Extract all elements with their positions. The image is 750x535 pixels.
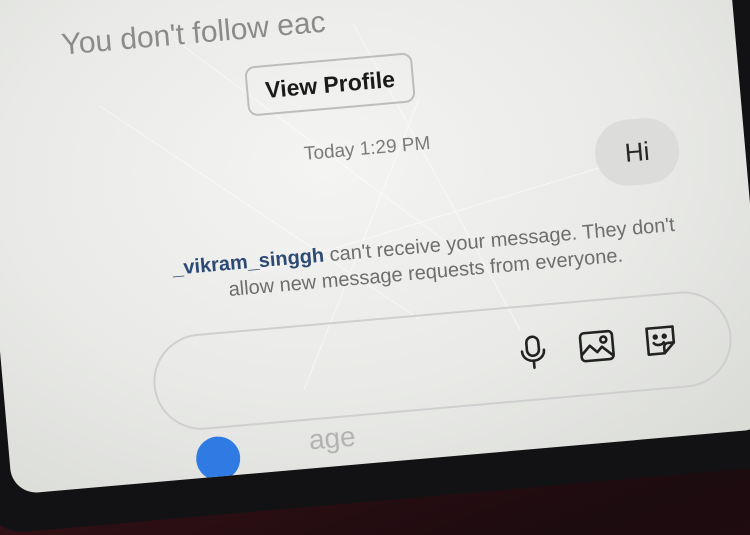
gallery-icon[interactable] [576, 326, 617, 367]
sticker-icon[interactable] [640, 320, 681, 361]
message-timestamp: Today 1:29 PM [303, 132, 432, 165]
follow-status-text: You don't follow eac [60, 5, 327, 62]
camera-button[interactable] [194, 434, 243, 483]
sent-message-bubble[interactable]: Hi [592, 115, 682, 189]
message-input[interactable]: age [308, 421, 357, 457]
view-profile-button[interactable]: View Profile [244, 52, 416, 117]
phone-frame: You don't follow eac View Profile Today … [0, 0, 750, 535]
sent-message-text: Hi [623, 135, 651, 168]
microphone-icon[interactable] [512, 331, 553, 372]
chat-screen: You don't follow eac View Profile Today … [0, 0, 750, 495]
message-error-notice: _vikram_singgh can't receive your messag… [168, 212, 681, 308]
